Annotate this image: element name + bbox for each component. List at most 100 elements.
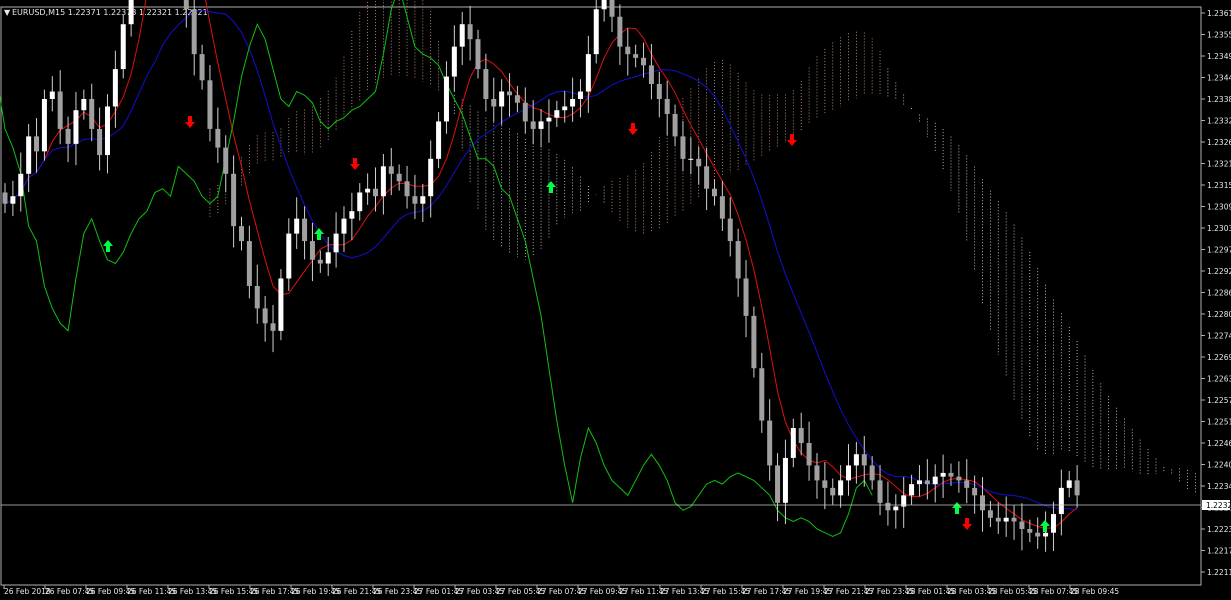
sell-arrow-icon xyxy=(350,158,360,170)
candle-body xyxy=(554,110,560,118)
candle-body xyxy=(26,136,32,174)
price-tick-label: 1.22805 xyxy=(1207,310,1231,319)
candle-body xyxy=(65,128,71,144)
price-tick-label: 1.23095 xyxy=(1207,203,1231,212)
indicator-lines xyxy=(0,0,1078,538)
price-tick-label: 1.23555 xyxy=(1207,31,1231,40)
price-tick-label: 1.22460 xyxy=(1207,439,1231,448)
candle-body xyxy=(972,487,978,496)
candle-body xyxy=(365,188,371,193)
candle-body xyxy=(1003,517,1009,522)
price-tick-label: 1.22920 xyxy=(1207,267,1231,276)
price-tick-label: 1.23035 xyxy=(1207,224,1231,233)
candle-body xyxy=(711,188,717,197)
candle-body xyxy=(262,308,268,324)
current-price-label: 1.22321 xyxy=(1206,501,1231,510)
candle-body xyxy=(885,502,891,511)
chikou-line xyxy=(0,0,873,538)
candle-body xyxy=(499,91,505,107)
candle-body xyxy=(830,487,836,496)
candle-body xyxy=(846,465,852,481)
price-tick-label: 1.22115 xyxy=(1207,568,1231,577)
candle-body xyxy=(199,54,205,81)
candle-body xyxy=(672,113,678,137)
candle-body xyxy=(633,54,639,58)
candle-body xyxy=(814,465,820,481)
candle-body xyxy=(940,472,946,477)
candle-body xyxy=(349,211,355,219)
sell-arrow-icon xyxy=(628,123,638,135)
candle-body xyxy=(995,517,1001,522)
buy-arrow-icon xyxy=(103,240,113,252)
candle-body xyxy=(412,196,418,204)
candle-body xyxy=(932,476,938,485)
candle-body xyxy=(420,196,426,204)
buy-arrow-icon xyxy=(952,502,962,514)
candle-body xyxy=(49,91,55,99)
candle-body xyxy=(428,158,434,197)
candle-body xyxy=(790,428,796,458)
ichimoku-cloud xyxy=(209,0,1196,495)
candle-body xyxy=(483,69,489,99)
candle-body xyxy=(688,158,694,160)
candle-body xyxy=(467,24,473,40)
plot-frame xyxy=(0,6,1202,586)
candle-body xyxy=(704,166,710,189)
candle-body xyxy=(238,226,244,242)
price-tick-label: 1.22515 xyxy=(1207,418,1231,427)
price-tick-label: 1.22575 xyxy=(1207,396,1231,405)
time-tick-label: 28 Feb 09:45 xyxy=(1070,587,1119,596)
candle-body xyxy=(727,218,733,242)
candle-body xyxy=(838,480,844,496)
candle-body xyxy=(767,420,773,466)
candle-body xyxy=(81,99,87,111)
candle-body xyxy=(775,465,781,503)
candle-body xyxy=(609,0,615,17)
candle-body xyxy=(34,136,40,152)
candle-body xyxy=(1011,517,1017,522)
candle-body xyxy=(577,91,583,99)
candle-body xyxy=(396,173,402,182)
candle-body xyxy=(869,465,875,481)
chart-menu-arrow[interactable]: ▼ xyxy=(4,8,11,17)
candle-body xyxy=(112,69,118,107)
candle-body xyxy=(1043,532,1049,537)
candle-body xyxy=(2,192,8,204)
candle-body xyxy=(980,495,986,511)
candle-body xyxy=(341,218,347,234)
candle-body xyxy=(1074,480,1080,496)
buy-arrow-icon xyxy=(546,181,556,193)
candle-body xyxy=(475,39,481,70)
candle-body xyxy=(680,136,686,159)
price-tick-label: 1.22400 xyxy=(1207,461,1231,470)
candle-body xyxy=(964,480,970,488)
candle-body xyxy=(956,476,962,481)
candle-body xyxy=(987,510,993,518)
candle-body xyxy=(877,480,883,503)
candle-body xyxy=(120,24,126,70)
candle-body xyxy=(546,117,552,122)
price-axis: 1.23610 1.23555 1.23495 1.23440 1.23380 1.233… xyxy=(1201,9,1231,577)
time-axis: 26 Feb 201826 Feb 07:4526 Feb 09:4526 Fe… xyxy=(3,585,1119,596)
candle-body xyxy=(853,454,859,466)
candle-body xyxy=(317,259,323,264)
signal-arrows xyxy=(103,116,1050,532)
candle-body xyxy=(278,278,284,331)
candle-body xyxy=(751,315,757,369)
candles xyxy=(2,0,1080,552)
price-tick-label: 1.22230 xyxy=(1207,525,1231,534)
chart-area[interactable]: ▼ EURUSD,M15 1.22371 1.22373 1.22321 1.2… xyxy=(0,0,1231,600)
candle-body xyxy=(325,252,331,264)
candle-body xyxy=(743,278,749,316)
candle-body xyxy=(380,166,386,197)
candle-body xyxy=(41,99,47,152)
candle-body xyxy=(223,147,229,174)
price-tick-label: 1.22745 xyxy=(1207,332,1231,341)
candle-body xyxy=(207,80,213,129)
price-tick-label: 1.22860 xyxy=(1207,289,1231,298)
candle-body xyxy=(909,484,915,496)
candle-body xyxy=(1035,532,1041,537)
candle-body xyxy=(10,196,16,204)
candle-body xyxy=(570,99,576,107)
price-tick-label: 1.23380 xyxy=(1207,95,1231,104)
